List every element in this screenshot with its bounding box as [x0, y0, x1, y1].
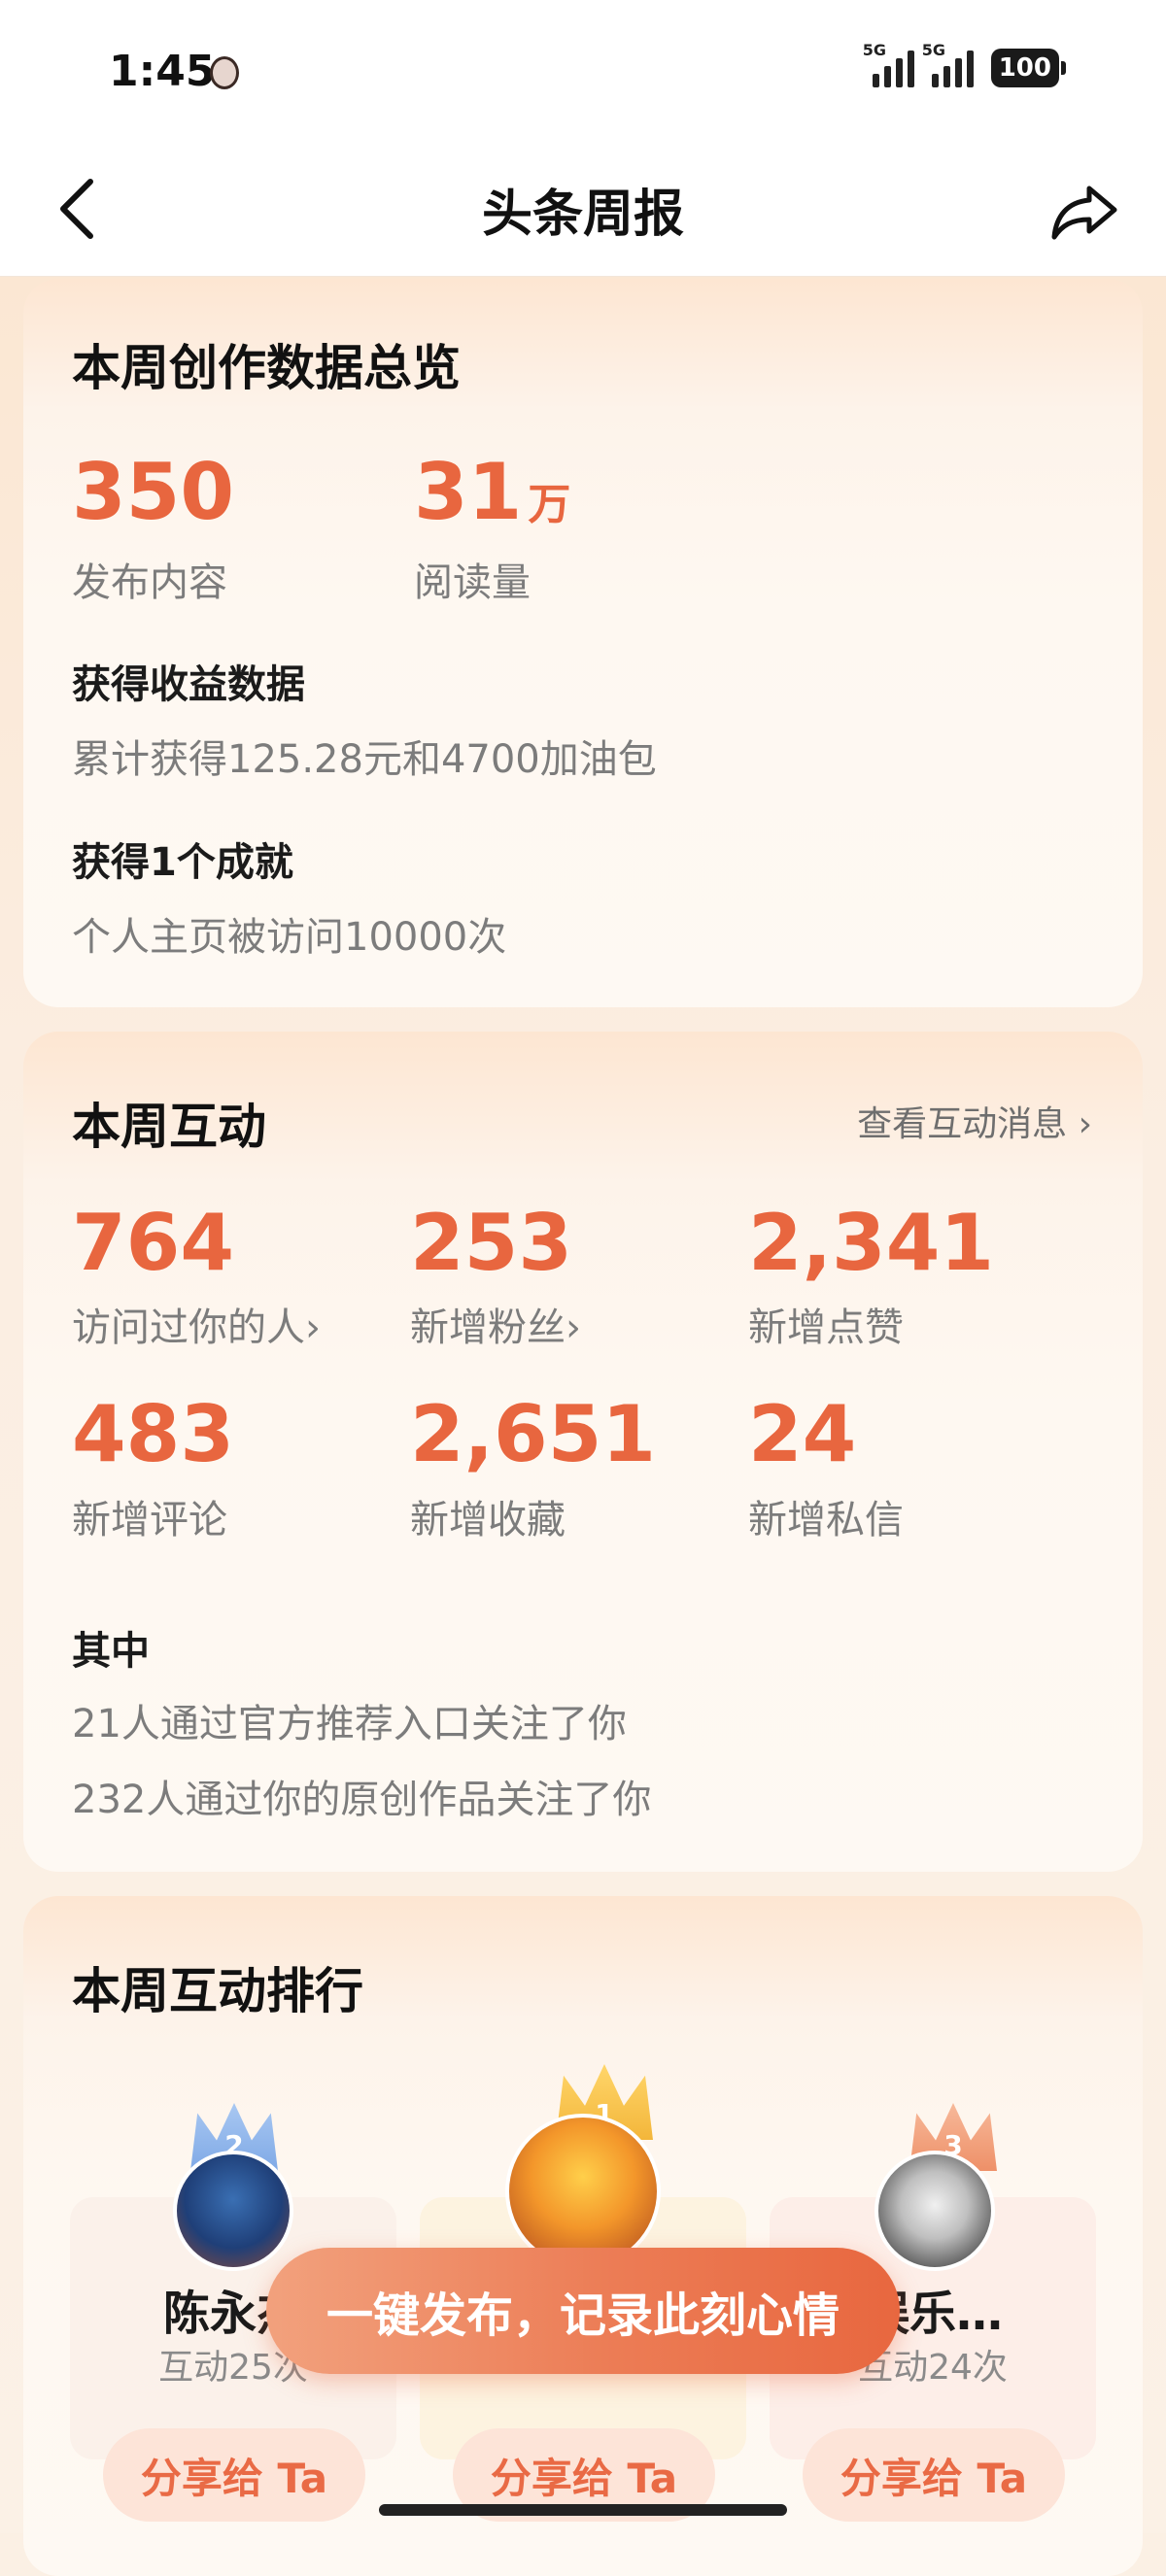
interaction-card: 本周互动 查看互动消息 › 764 访问过你的人› 253 新增粉丝› 2,34…	[23, 1032, 1143, 1872]
rank-1-avatar[interactable]	[505, 2114, 661, 2269]
new-likes-count: 2,341	[748, 1198, 995, 1288]
new-fans-count: 253	[410, 1198, 572, 1288]
reads-label: 阅读量	[414, 560, 531, 605]
income-heading: 获得收益数据	[72, 662, 305, 707]
view-messages-link[interactable]: 查看互动消息 ›	[857, 1096, 1092, 1146]
network-type-label-2: 5G	[921, 41, 945, 59]
page-title: 头条周报	[481, 186, 684, 244]
share-to-rank-2-button[interactable]: 分享给 Ta	[103, 2428, 365, 2522]
chevron-right-icon: ›	[566, 1305, 581, 1350]
status-avatar-icon	[210, 56, 239, 89]
chevron-right-icon: ›	[305, 1305, 321, 1350]
new-fans-label: 新增粉丝	[410, 1305, 566, 1350]
ranking-title: 本周互动排行	[72, 1963, 363, 2019]
view-messages-label: 查看互动消息	[857, 1104, 1068, 1144]
new-messages-count: 24	[748, 1389, 857, 1479]
visitors-count: 764	[72, 1198, 234, 1288]
income-text: 累计获得125.28元和4700加油包	[72, 737, 657, 782]
network-type-label: 5G	[862, 41, 886, 59]
battery-icon: 100	[990, 49, 1067, 87]
published-count: 350	[72, 454, 234, 531]
new-likes-label: 新增点赞	[748, 1305, 904, 1350]
visitors-link[interactable]: 访问过你的人›	[72, 1296, 321, 1352]
published-value: 350	[72, 447, 234, 537]
visitors-label: 访问过你的人	[72, 1305, 305, 1350]
status-time: 1:45	[109, 47, 216, 96]
achievement-text: 个人主页被访问10000次	[72, 915, 507, 960]
chevron-right-icon: ›	[1078, 1104, 1092, 1144]
new-favorites-count: 2,651	[410, 1389, 657, 1479]
new-comments-count: 483	[72, 1389, 234, 1479]
cellular-signal-icon: 5G	[863, 41, 914, 87]
overview-card: 本周创作数据总览 350 发布内容 31 万 阅读量 获得收益数据 累计获得125…	[23, 279, 1143, 1007]
reads-count: 31 万	[414, 454, 570, 531]
overview-title: 本周创作数据总览	[72, 340, 461, 396]
new-favorites-label: 新增收藏	[410, 1498, 566, 1542]
detail-text-2: 232人通过你的原创作品关注了你	[72, 1778, 652, 1822]
reads-value: 31	[414, 447, 523, 537]
rank-3-avatar[interactable]	[874, 2151, 995, 2271]
quick-publish-button[interactable]: 一键发布，记录此刻心情	[266, 2248, 900, 2374]
achievement-heading: 获得1个成就	[72, 840, 293, 885]
share-to-rank-3-button[interactable]: 分享给 Ta	[803, 2428, 1065, 2522]
published-label: 发布内容	[72, 560, 227, 605]
cellular-signal-icon-2: 5G	[922, 41, 974, 87]
new-fans-link[interactable]: 新增粉丝›	[410, 1296, 581, 1352]
nav-bar: 头条周报	[0, 146, 1166, 277]
status-indicators: 5G 5G 100	[863, 41, 1067, 87]
reads-unit: 万	[528, 480, 571, 529]
home-indicator[interactable]	[379, 2504, 787, 2516]
status-bar: 1:45 5G 5G 100	[0, 0, 1166, 146]
detail-heading: 其中	[72, 1629, 150, 1674]
detail-text-1: 21人通过官方推荐入口关注了你	[72, 1702, 627, 1746]
new-messages-label: 新增私信	[748, 1498, 904, 1542]
interaction-title: 本周互动	[72, 1099, 266, 1155]
rank-2-avatar[interactable]	[173, 2151, 293, 2271]
share-icon	[1051, 186, 1117, 240]
share-button[interactable]	[1046, 173, 1123, 251]
new-comments-label: 新增评论	[72, 1498, 227, 1542]
